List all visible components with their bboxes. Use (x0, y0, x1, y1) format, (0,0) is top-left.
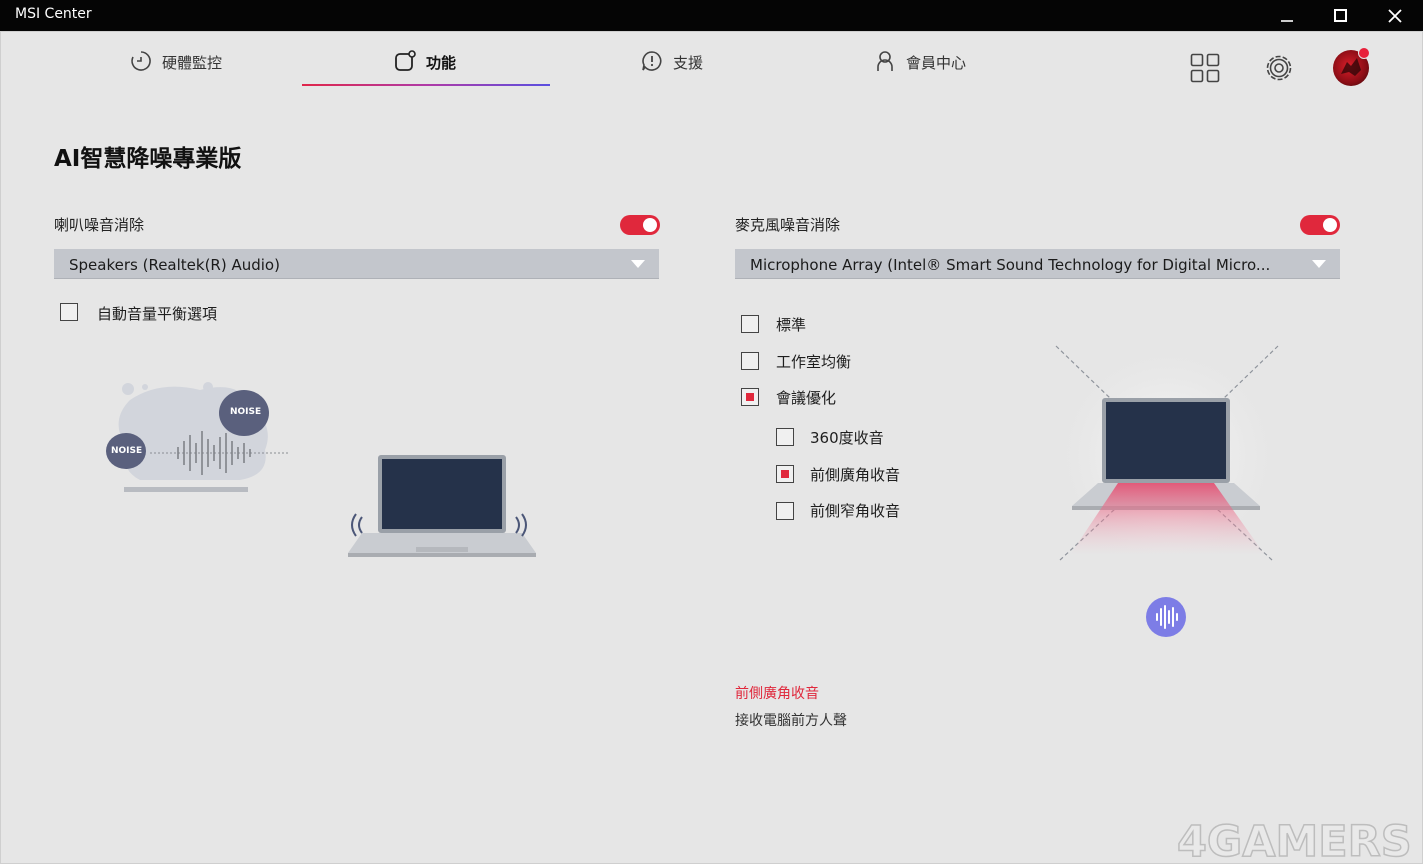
noise-badge-small: NOISE (111, 446, 143, 456)
sub-option-360-label: 360度收音 (810, 429, 884, 447)
voice-wave-icon (1146, 597, 1186, 637)
watermark-logo: 4GAMERS (1176, 816, 1412, 862)
active-tab-indicator (302, 84, 550, 86)
speaker-noise-cancel-toggle[interactable] (620, 215, 660, 235)
mic-noise-cancel-toggle[interactable] (1300, 215, 1340, 235)
speaker-device-select[interactable]: Speakers (Realtek(R) Audio) (54, 249, 659, 279)
option-standard-checkbox[interactable] (741, 315, 759, 333)
auto-volume-checkbox[interactable] (60, 303, 78, 321)
tab-member-center-label: 會員中心 (906, 54, 967, 72)
speaker-noise-cancel-label: 喇叭噪音消除 (54, 216, 145, 234)
selected-mode-description: 接收電腦前方人聲 (735, 713, 847, 729)
hardware-monitor-icon (131, 51, 151, 71)
close-icon (1388, 9, 1402, 23)
page-title: AI智慧降噪專業版 (54, 146, 242, 172)
tab-features-label: 功能 (426, 54, 457, 72)
minimize-button[interactable] (1264, 0, 1310, 31)
minimize-icon (1281, 20, 1293, 22)
gear-icon[interactable] (1263, 52, 1295, 84)
apps-grid-icon[interactable] (1190, 53, 1220, 83)
noise-badge-large: NOISE (230, 407, 262, 417)
option-studio-label: 工作室均衡 (776, 353, 852, 371)
features-icon (395, 50, 416, 71)
watermark-text: 4GAMERS (1177, 817, 1412, 862)
window-title: MSI Center (15, 6, 92, 22)
tab-support-label: 支援 (673, 54, 704, 72)
member-icon (877, 51, 893, 71)
maximize-icon (1334, 9, 1347, 22)
maximize-button[interactable] (1318, 0, 1364, 31)
chevron-down-icon (1312, 260, 1326, 268)
title-bar: MSI Center (0, 0, 1423, 31)
tab-hardware-monitor-label: 硬體監控 (162, 54, 223, 72)
close-button[interactable] (1372, 0, 1418, 31)
auto-volume-label: 自動音量平衡選項 (97, 305, 218, 323)
option-conference-label: 會議優化 (776, 389, 837, 407)
notification-dot (1358, 47, 1370, 59)
sub-option-front-narrow-label: 前側窄角收音 (810, 502, 901, 520)
speaker-laptop-illustration (348, 455, 536, 557)
sub-option-front-wide-label: 前側廣角收音 (810, 466, 901, 484)
sub-option-front-wide-checkbox[interactable] (776, 465, 794, 483)
selected-mode-title: 前側廣角收音 (735, 686, 819, 702)
sub-option-360-checkbox[interactable] (776, 428, 794, 446)
mic-device-value: Microphone Array (Intel® Smart Sound Tec… (750, 256, 1271, 274)
noise-illustration (106, 382, 290, 492)
support-icon (642, 51, 662, 71)
option-studio-checkbox[interactable] (741, 352, 759, 370)
mic-pickup-illustration (1055, 345, 1279, 561)
option-conference-checkbox[interactable] (741, 388, 759, 406)
chevron-down-icon (631, 260, 645, 268)
sub-option-front-narrow-checkbox[interactable] (776, 502, 794, 520)
mic-noise-cancel-label: 麥克風噪音消除 (735, 216, 841, 234)
option-standard-label: 標準 (776, 316, 807, 334)
mic-device-select[interactable]: Microphone Array (Intel® Smart Sound Tec… (735, 249, 1340, 279)
speaker-device-value: Speakers (Realtek(R) Audio) (69, 256, 280, 274)
